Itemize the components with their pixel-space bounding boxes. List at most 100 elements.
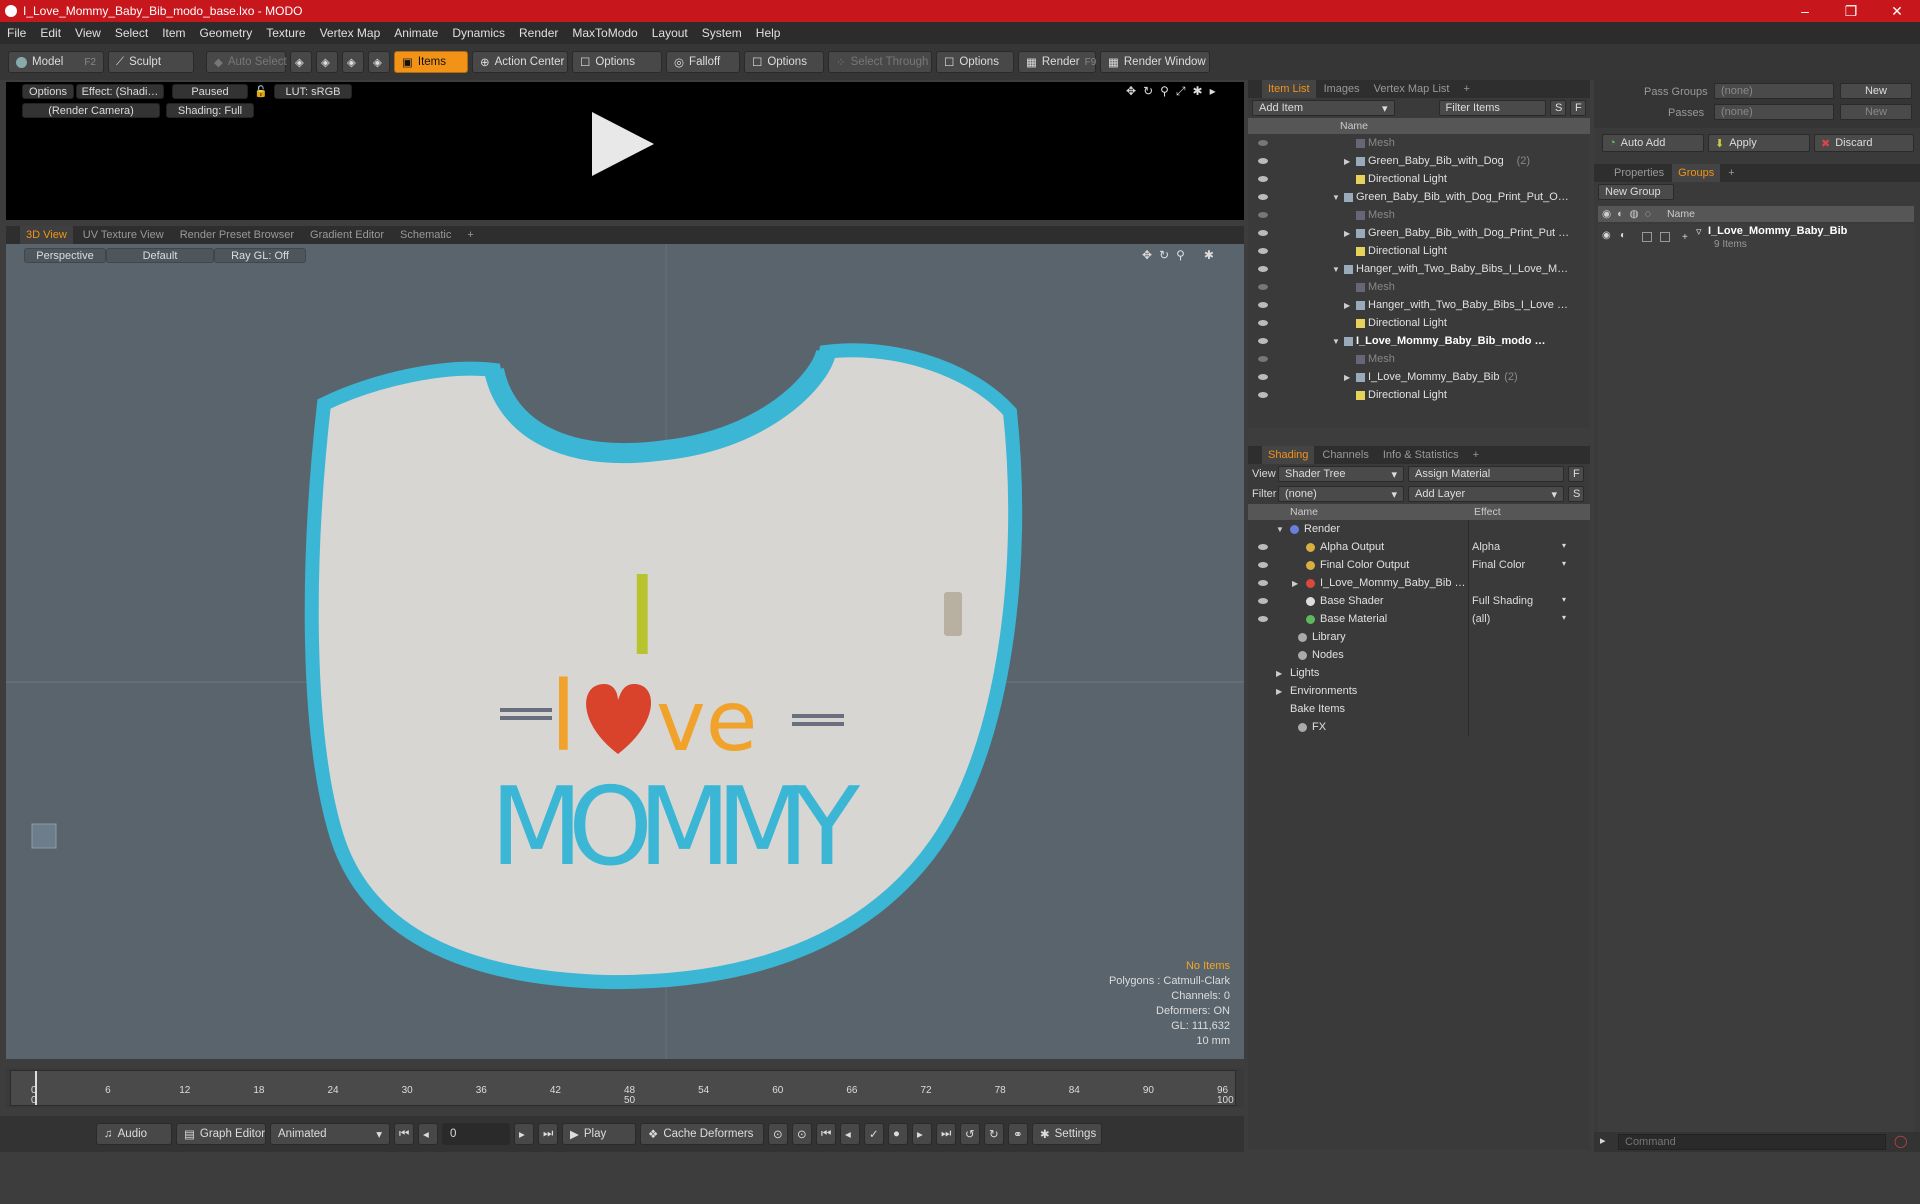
sculpt-button[interactable]: ⟋ Sculpt (108, 51, 194, 73)
add-tab-button[interactable]: + (1722, 164, 1740, 182)
tab-vertex-map-list[interactable]: Vertex Map List (1368, 80, 1456, 98)
shader-tree-row[interactable]: Base Shader Full Shading ▾ (1248, 592, 1590, 610)
collapse-icon[interactable]: ▼ (1332, 193, 1340, 202)
collapse-icon[interactable]: ▼ (1332, 265, 1340, 274)
item-list-row[interactable]: Directional Light (1248, 242, 1590, 260)
tab-groups[interactable]: Groups (1672, 164, 1721, 182)
maximize-button[interactable]: ❐ (1828, 3, 1874, 20)
key-icon[interactable]: ✓ (864, 1123, 884, 1145)
expand-icon[interactable]: ▶ (1344, 373, 1350, 382)
tab-shading[interactable]: Shading (1262, 446, 1315, 464)
render-camera-dropdown[interactable]: (Render Camera) (22, 103, 160, 118)
tab-images[interactable]: Images (1318, 80, 1366, 98)
assign-material-button[interactable]: Assign Material (1408, 466, 1564, 482)
render-window-button[interactable]: ▦ Render Window (1100, 51, 1210, 73)
expand-icon[interactable]: ▶ (1276, 687, 1282, 696)
effect-dropdown[interactable]: Full Shading ▾ (1472, 595, 1566, 607)
play-icon[interactable] (592, 112, 654, 176)
shading-s-button[interactable]: S (1568, 486, 1584, 502)
vertices-mode-button[interactable]: ◈ (290, 51, 312, 73)
expand-icon[interactable]: + (1682, 232, 1688, 243)
minimize-button[interactable]: – (1782, 3, 1828, 20)
expand-icon[interactable]: ▶ (1292, 579, 1298, 588)
action-center-options-button[interactable]: ☐ Options (572, 51, 662, 73)
eye-icon[interactable] (1258, 248, 1268, 254)
lock-checkbox[interactable] (1642, 232, 1652, 242)
animated-dropdown[interactable]: Animated ▾ (270, 1123, 390, 1145)
last-frame-button[interactable]: ⏭ (538, 1123, 558, 1145)
new-pass-group-button[interactable]: New (1840, 83, 1912, 99)
discard-button[interactable]: ✖ Discard (1814, 134, 1914, 152)
audio-button[interactable]: ♫ Audio (96, 1123, 172, 1145)
item-list-row[interactable]: Mesh (1248, 278, 1590, 296)
select-through-button[interactable]: ⁘ Select Through (828, 51, 932, 73)
pan-icon[interactable]: ✥ (1126, 84, 1136, 99)
menu-vertex-map[interactable]: Vertex Map (313, 26, 388, 40)
eye-icon[interactable] (1258, 338, 1268, 344)
menu-maxtomodo[interactable]: MaxToModo (565, 26, 644, 40)
edges-mode-button[interactable]: ◈ (316, 51, 338, 73)
auto-key-icon[interactable]: ⊙ (792, 1123, 812, 1145)
expand-arrow-icon[interactable]: ▸ (1600, 1134, 1606, 1147)
polygons-mode-button[interactable]: ◈ (342, 51, 364, 73)
expand-icon[interactable]: ▶ (1344, 301, 1350, 310)
shader-tree-row[interactable]: Final Color Output Final Color ▾ (1248, 556, 1590, 574)
tab-schematic[interactable]: Schematic (394, 226, 457, 244)
falloff-button[interactable]: ◎ Falloff (666, 51, 740, 73)
frame-input[interactable]: 0 (442, 1123, 510, 1145)
tab-properties[interactable]: Properties (1608, 164, 1670, 182)
tab-3d-view[interactable]: 3D View (20, 226, 73, 244)
eye-icon[interactable] (1258, 598, 1268, 604)
effect-dropdown[interactable]: (all) ▾ (1472, 613, 1566, 625)
render-options-button[interactable]: Options (22, 84, 74, 99)
play-button[interactable]: ▶ Play (562, 1123, 636, 1145)
loop-icon[interactable]: ↺ (960, 1123, 980, 1145)
auto-add-button[interactable]: ◔ Auto Add (1602, 134, 1704, 152)
prev-icon[interactable]: ◂ (840, 1123, 860, 1145)
lut-dropdown[interactable]: LUT: sRGB (274, 84, 352, 99)
group-row[interactable]: ◉ ◐ + ▿ I_Love_Mommy_Baby_Bib 9 Items (1600, 225, 1912, 256)
shader-tree-row[interactable]: ▶ I_Love_Mommy_Baby_Bib … (1248, 574, 1590, 592)
new-group-button[interactable]: New Group (1598, 184, 1674, 200)
render-button[interactable]: ▦ Render F9 (1018, 51, 1096, 73)
3d-viewport[interactable]: Perspective Default Ray GL: Off ✥ ↻ ⚲ ✱ … (6, 244, 1244, 1059)
select-through-options-button[interactable]: ☐ Options (936, 51, 1014, 73)
add-tab-button[interactable]: + (461, 226, 479, 244)
item-list-row[interactable]: ▶ Green_Baby_Bib_with_Dog (2) (1248, 152, 1590, 170)
menu-edit[interactable]: Edit (33, 26, 68, 40)
add-item-dropdown[interactable]: Add Item ▾ (1252, 100, 1395, 116)
add-tab-button[interactable]: + (1457, 80, 1475, 98)
effect-dropdown[interactable]: Final Color ▾ (1472, 559, 1566, 571)
item-list-row[interactable]: ▼ Hanger_with_Two_Baby_Bibs_I_Love_M… (1248, 260, 1590, 278)
close-button[interactable]: ✕ (1874, 3, 1920, 20)
refresh-icon[interactable]: ↻ (984, 1123, 1004, 1145)
menu-animate[interactable]: Animate (387, 26, 445, 40)
menu-system[interactable]: System (695, 26, 749, 40)
eye-icon[interactable] (1258, 616, 1268, 622)
action-center-button[interactable]: ⊕ Action Center (472, 51, 568, 73)
playhead[interactable] (35, 1071, 37, 1105)
filter-s-button[interactable]: S (1550, 100, 1566, 116)
prev-keyframe-icon[interactable]: ⏮ (816, 1123, 836, 1145)
menu-item[interactable]: Item (155, 26, 192, 40)
item-list-row[interactable]: Mesh (1248, 134, 1590, 152)
items-mode-button[interactable]: ▣ Items (394, 51, 468, 73)
fit-icon[interactable]: ⤢ (1176, 84, 1186, 99)
expand-icon[interactable]: ▶ (1344, 157, 1350, 166)
tab-render-preset-browser[interactable]: Render Preset Browser (174, 226, 300, 244)
eye-icon[interactable] (1258, 230, 1268, 236)
settings-button[interactable]: ✱ Settings (1032, 1123, 1102, 1145)
tab-item-list[interactable]: Item List (1262, 80, 1316, 98)
graph-editor-button[interactable]: ▤ Graph Editor (176, 1123, 266, 1145)
menu-file[interactable]: File (0, 26, 33, 40)
item-list-row[interactable]: ▶ Green_Baby_Bib_with_Dog_Print_Put … (1248, 224, 1590, 242)
next-key-button[interactable]: ▸ (514, 1123, 534, 1145)
render-shading-dropdown[interactable]: Shading: Full (166, 103, 254, 118)
shader-tree-dropdown[interactable]: Shader Tree ▾ (1278, 466, 1404, 482)
shader-tree-row[interactable]: FX (1248, 718, 1590, 736)
tab-uv-texture-view[interactable]: UV Texture View (77, 226, 170, 244)
lock-icon[interactable]: 🔓 (254, 84, 268, 99)
falloff-options-button[interactable]: ☐ Options (744, 51, 824, 73)
eye-icon[interactable]: ◉ (1602, 230, 1611, 241)
menu-texture[interactable]: Texture (259, 26, 312, 40)
